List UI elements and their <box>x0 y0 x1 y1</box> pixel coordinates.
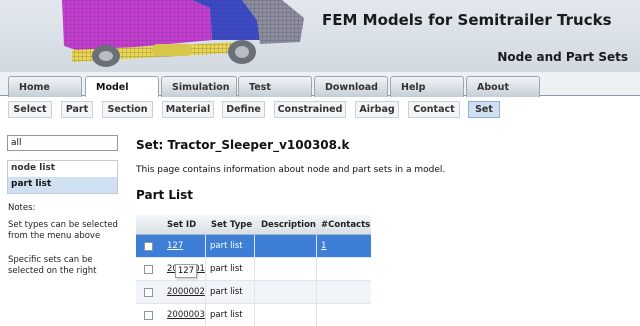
subtab-contact[interactable]: Contact <box>408 101 460 118</box>
subtab-section[interactable]: Section <box>102 101 153 118</box>
table-header: Set ID Set Type Description #Contacts <box>136 215 371 235</box>
tab-help[interactable]: Help <box>390 76 464 97</box>
tooltip: 127 <box>175 264 197 278</box>
tab-download[interactable]: Download <box>314 76 388 97</box>
subtab-material[interactable]: Material <box>162 101 214 118</box>
site-header: FEM Models for Semitrailer Trucks Node a… <box>0 0 640 72</box>
sidebar: all node list part list Notes: Set types… <box>0 124 126 326</box>
note-set-types: Set types can be selected from the menu … <box>8 220 118 241</box>
main-nav: Home Model Simulation Test Download Help… <box>0 72 640 98</box>
col-header-set-type[interactable]: Set Type <box>211 220 252 230</box>
page-description: This page contains information about nod… <box>136 165 446 175</box>
contacts-link[interactable]: 1 <box>321 241 326 251</box>
col-header-set-id[interactable]: Set ID <box>167 220 196 230</box>
list-item-node-list[interactable]: node list <box>8 161 117 177</box>
row-checkbox[interactable] <box>144 288 153 297</box>
row-checkbox[interactable] <box>144 242 153 251</box>
table-row[interactable]: 2000001 part list <box>136 258 371 281</box>
subtab-airbag[interactable]: Airbag <box>355 101 399 118</box>
notes-label: Notes: <box>8 203 36 213</box>
tab-home[interactable]: Home <box>8 76 82 97</box>
site-title: FEM Models for Semitrailer Trucks <box>322 11 612 29</box>
subtab-define[interactable]: Define <box>222 101 265 118</box>
note-specific-sets: Specific sets can be selected on the rig… <box>8 255 97 276</box>
table-row[interactable]: 2000003 part list <box>136 304 371 326</box>
truck-fem-mesh-image <box>62 0 304 67</box>
table-row[interactable]: 2000002 part list <box>136 281 371 304</box>
subtab-set[interactable]: Set <box>468 101 500 118</box>
subtab-select[interactable]: Select <box>8 101 52 118</box>
set-type: part list <box>210 264 243 274</box>
tab-test[interactable]: Test <box>238 76 312 97</box>
set-type: part list <box>210 310 243 320</box>
page-subtitle: Node and Part Sets <box>497 50 628 64</box>
tab-about[interactable]: About <box>466 76 540 97</box>
set-type-list: node list part list <box>7 160 118 194</box>
section-title: Part List <box>136 188 194 202</box>
set-id-link[interactable]: 2000002 <box>167 287 205 297</box>
set-type: part list <box>210 287 243 297</box>
tab-model[interactable]: Model <box>85 76 159 98</box>
row-checkbox[interactable] <box>144 265 153 274</box>
sub-nav: Select Part Section Material Define Cons… <box>0 97 640 124</box>
part-list-table: Set ID Set Type Description #Contacts 12… <box>136 215 371 326</box>
filter-input[interactable]: all <box>7 135 118 151</box>
set-type: part list <box>210 241 243 251</box>
list-item-part-list[interactable]: part list <box>8 177 117 193</box>
set-id-link[interactable]: 2000003 <box>167 310 205 320</box>
col-header-contacts[interactable]: #Contacts <box>321 220 370 230</box>
col-header-description[interactable]: Description <box>261 220 316 230</box>
table-row[interactable]: 127 part list 1 <box>136 235 371 258</box>
set-id-link[interactable]: 127 <box>167 241 183 251</box>
subtab-part[interactable]: Part <box>61 101 93 118</box>
subtab-constrained[interactable]: Constrained <box>274 101 346 118</box>
set-title: Set: Tractor_Sleeper_v100308.k <box>136 138 350 152</box>
row-checkbox[interactable] <box>144 311 153 320</box>
tab-simulation[interactable]: Simulation <box>161 76 237 97</box>
